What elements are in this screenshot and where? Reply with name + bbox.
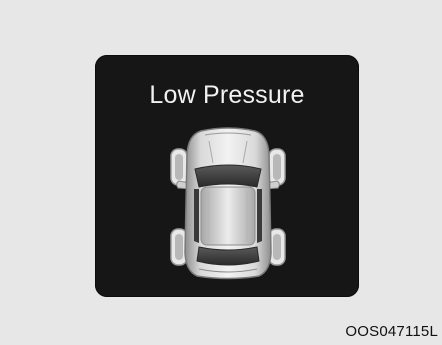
illustration-frame: Low Pressure OOS047115L — [0, 0, 442, 345]
front-right-tire-icon — [268, 148, 286, 186]
figure-code: OOS047115L — [345, 323, 438, 340]
car-top-view-icon — [170, 127, 286, 280]
low-pressure-warning-panel: Low Pressure — [95, 55, 359, 297]
warning-title: Low Pressure — [149, 81, 305, 109]
front-left-tire-icon — [170, 148, 188, 186]
